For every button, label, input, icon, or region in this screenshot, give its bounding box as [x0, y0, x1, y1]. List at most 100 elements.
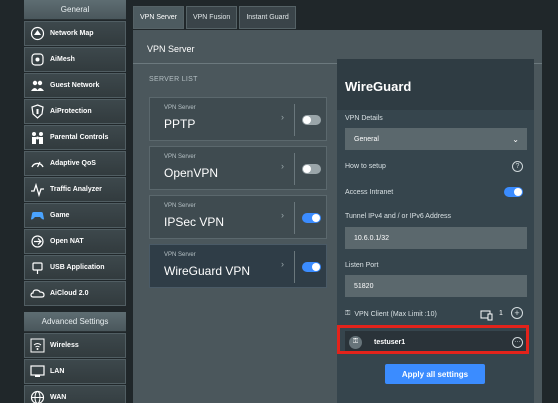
server-toggle-ipsec[interactable]	[302, 213, 321, 223]
sidebar-item-open-nat[interactable]: Open NAT	[24, 229, 126, 254]
shield-icon	[29, 103, 46, 120]
sidebar-item-label: Guest Network	[50, 82, 100, 89]
card-divider	[294, 202, 295, 234]
server-card-name: IPSec VPN	[164, 215, 225, 229]
tunnel-address-value: 10.6.0.1/32	[354, 234, 390, 242]
wifi-icon	[29, 337, 46, 354]
detail-header: WireGuard	[337, 59, 534, 110]
server-card-name: OpenVPN	[164, 166, 219, 180]
server-card-label: VPN Server	[164, 105, 196, 111]
chevron-down-icon: ⌄	[512, 134, 519, 144]
sidebar-item-adaptive-qos[interactable]: Adaptive QoS	[24, 151, 126, 176]
apply-all-settings-button[interactable]: Apply all settings	[385, 364, 485, 384]
pulse-icon	[29, 181, 46, 198]
vpn-client-count: 1	[499, 310, 503, 317]
lan-icon	[29, 363, 46, 380]
server-card-label: VPN Server	[164, 154, 196, 160]
server-toggle-pptp[interactable]	[302, 115, 321, 125]
sidebar-item-game[interactable]: Game	[24, 203, 126, 228]
sidebar-item-label: LAN	[50, 368, 65, 375]
server-card-label: VPN Server	[164, 203, 196, 209]
tab-instant-guard[interactable]: Instant Guard	[239, 6, 296, 29]
sidebar-item-label: AiCloud 2.0	[50, 290, 89, 297]
vpn-client-header: ⚿ VPN Client (Max Limit :10)	[345, 310, 437, 318]
listen-port-field[interactable]: 51820	[345, 275, 527, 297]
access-intranet-toggle[interactable]	[504, 187, 523, 197]
card-divider	[294, 104, 295, 136]
tunnel-address-label: Tunnel IPv4 and / or IPv6 Address	[345, 213, 451, 220]
highlight-box	[337, 325, 529, 354]
card-divider	[294, 251, 295, 283]
sidebar-item-lan[interactable]: LAN	[24, 359, 126, 384]
usb-icon	[29, 259, 46, 276]
sidebar-item-network-map[interactable]: Network Map	[24, 21, 126, 46]
devices-icon	[480, 308, 493, 326]
listen-port-value: 51820	[354, 282, 374, 290]
sidebar-item-wireless[interactable]: Wireless	[24, 333, 126, 358]
server-card-name: PPTP	[164, 117, 196, 131]
sidebar-item-label: Parental Controls	[50, 134, 109, 141]
vpn-details-label: VPN Details	[345, 115, 383, 122]
cloud-icon	[29, 285, 46, 302]
chevron-right-icon: ›	[281, 259, 284, 269]
tunnel-address-field[interactable]: 10.6.0.1/32	[345, 227, 527, 249]
tab-bar: VPN Server VPN Fusion Instant Guard	[133, 6, 296, 29]
sidebar-item-usb-application[interactable]: USB Application	[24, 255, 126, 280]
vpn-client-label: VPN Client (Max Limit :10)	[354, 310, 437, 318]
router-admin-page: General Network Map AiMesh Guest Network…	[0, 0, 558, 403]
server-card-wireguard[interactable]: VPN Server WireGuard VPN ›	[149, 244, 327, 288]
server-list-title: SERVER LIST	[149, 76, 198, 83]
server-card-ipsec[interactable]: VPN Server IPSec VPN ›	[149, 195, 327, 239]
network-map-icon	[29, 25, 46, 42]
page-title: VPN Server	[147, 44, 195, 54]
server-card-pptp[interactable]: VPN Server PPTP ›	[149, 97, 327, 141]
vpn-details-value: General	[354, 135, 379, 143]
help-icon[interactable]: ?	[512, 161, 523, 172]
how-to-setup-label: How to setup	[345, 163, 386, 170]
access-intranet-label: Access Intranet	[345, 189, 394, 196]
sidebar: General Network Map AiMesh Guest Network…	[24, 0, 126, 403]
sidebar-general-title: General	[24, 0, 126, 20]
sidebar-item-traffic-analyzer[interactable]: Traffic Analyzer	[24, 177, 126, 202]
family-icon	[29, 129, 46, 146]
chevron-right-icon: ›	[281, 112, 284, 122]
sidebar-item-aimesh[interactable]: AiMesh	[24, 47, 126, 72]
sidebar-item-label: Wireless	[50, 342, 79, 349]
key-icon: ⚿	[345, 310, 351, 317]
sidebar-item-wan[interactable]: WAN	[24, 385, 126, 403]
tab-vpn-server[interactable]: VPN Server	[133, 6, 184, 29]
server-card-name: WireGuard VPN	[164, 264, 251, 278]
server-card-label: VPN Server	[164, 252, 196, 258]
chevron-right-icon: ›	[281, 210, 284, 220]
sidebar-item-aiprotection[interactable]: AiProtection	[24, 99, 126, 124]
detail-title: WireGuard	[345, 79, 412, 94]
vpn-details-select[interactable]: General ⌄	[345, 128, 527, 150]
sidebar-item-label: Traffic Analyzer	[50, 186, 102, 193]
sidebar-advanced-title: Advanced Settings	[24, 312, 126, 332]
sidebar-item-label: WAN	[50, 394, 67, 401]
server-toggle-openvpn[interactable]	[302, 164, 321, 174]
aimesh-icon	[29, 51, 46, 68]
globe-icon	[29, 389, 46, 403]
sidebar-item-label: AiProtection	[50, 108, 92, 115]
sidebar-item-parental-controls[interactable]: Parental Controls	[24, 125, 126, 150]
sidebar-item-guest-network[interactable]: Guest Network	[24, 73, 126, 98]
add-client-button[interactable]: +	[511, 307, 523, 319]
tab-vpn-fusion[interactable]: VPN Fusion	[185, 6, 238, 29]
server-card-openvpn[interactable]: VPN Server OpenVPN ›	[149, 146, 327, 190]
card-divider	[294, 153, 295, 185]
sidebar-item-label: Adaptive QoS	[50, 160, 96, 167]
listen-port-label: Listen Port	[345, 262, 379, 269]
gamepad-icon	[29, 207, 46, 224]
nat-icon	[29, 233, 46, 250]
sidebar-item-label: AiMesh	[50, 56, 75, 63]
sidebar-item-label: Game	[50, 212, 70, 219]
sidebar-item-label: USB Application	[50, 264, 105, 271]
guest-network-icon	[29, 77, 46, 94]
sidebar-item-aicloud[interactable]: AiCloud 2.0	[24, 281, 126, 306]
sidebar-item-label: Open NAT	[50, 238, 84, 245]
server-toggle-wireguard[interactable]	[302, 262, 321, 272]
chevron-right-icon: ›	[281, 161, 284, 171]
sidebar-item-label: Network Map	[50, 30, 94, 37]
gauge-icon	[29, 155, 46, 172]
